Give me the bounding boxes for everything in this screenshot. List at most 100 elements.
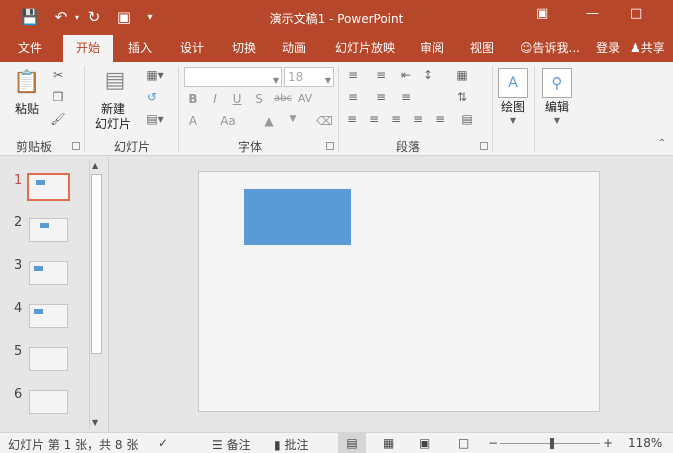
chevron-down-icon[interactable]: ▼ <box>506 116 520 125</box>
comments-button[interactable]: ▮ 批注 <box>274 436 308 453</box>
font-color-button[interactable]: A <box>186 114 200 128</box>
status-bar: 幻灯片 第 1 张，共 8 张 ✓ ☰ 备注 ▮ 批注 ▤ ▦ ▣ □ − + … <box>0 432 673 453</box>
slide-number: 6 <box>14 387 23 402</box>
tab-slideshow[interactable]: 幻灯片放映 <box>326 35 404 62</box>
clipboard-launcher-icon[interactable] <box>72 142 80 150</box>
distributed-icon[interactable]: ≡ <box>432 112 448 126</box>
align-left-icon[interactable]: ≡ <box>344 112 360 126</box>
lightbulb-icon: ☺ <box>520 41 533 55</box>
thumb-shape <box>34 266 43 271</box>
copy-icon[interactable]: ❐ <box>50 90 66 104</box>
tab-transitions[interactable]: 切换 <box>222 35 266 62</box>
indent-icon[interactable]: ≡ <box>398 90 414 104</box>
slide-sorter-icon[interactable]: ▦ <box>383 436 394 450</box>
group-divider <box>178 66 179 152</box>
columns-icon[interactable]: ▦ <box>452 68 472 82</box>
paste-icon[interactable]: 📋 <box>12 70 42 98</box>
zoom-slider-handle[interactable] <box>550 438 554 449</box>
chevron-down-icon[interactable]: ▼ <box>550 116 564 125</box>
zoom-level[interactable]: 118% <box>628 436 662 450</box>
section-icon[interactable]: ▤▾ <box>143 112 167 126</box>
reading-view-icon[interactable]: ▣ <box>419 436 430 450</box>
tab-insert[interactable]: 插入 <box>118 35 162 62</box>
numbering-icon[interactable]: ≡ <box>372 68 390 82</box>
grow-font-icon[interactable]: ▲ <box>262 114 276 128</box>
normal-view-icon[interactable]: ▤ <box>338 433 366 453</box>
ribbon-display-icon[interactable]: ▣ <box>536 6 548 21</box>
ribbon-tabs: 文件 开始 插入 设计 切换 动画 幻灯片放映 审阅 视图 ☺告诉我... 登录… <box>0 35 673 62</box>
group-divider <box>338 66 339 152</box>
spellcheck-icon[interactable]: ✓ <box>158 436 168 450</box>
slide-thumbnail[interactable] <box>29 218 68 242</box>
shapes-icon[interactable]: A <box>498 68 528 98</box>
tab-file[interactable]: 文件 <box>8 35 52 62</box>
paste-button[interactable]: 粘贴 <box>8 102 46 117</box>
editing-button[interactable]: 编辑 <box>538 100 576 115</box>
chevron-down-icon: ▼ <box>272 76 279 85</box>
reset-icon[interactable]: ↺ <box>143 90 161 104</box>
slide-thumbnail[interactable] <box>29 347 68 371</box>
rtl-icon[interactable]: ≡ <box>344 90 362 104</box>
paragraph-launcher-icon[interactable] <box>480 142 488 150</box>
layout-icon[interactable]: ▦▾ <box>143 68 167 82</box>
find-icon[interactable]: ⚲ <box>542 68 572 98</box>
justify-icon[interactable]: ≡ <box>410 112 426 126</box>
underline-button[interactable]: U <box>230 92 244 106</box>
zoom-in-icon[interactable]: + <box>603 436 613 450</box>
new-slide-button[interactable]: 新建 幻灯片 <box>90 102 136 132</box>
slide-thumbnail[interactable] <box>29 304 68 328</box>
shadow-button[interactable]: S <box>252 92 266 106</box>
cut-icon[interactable]: ✂ <box>50 68 66 82</box>
slide-thumbnail[interactable] <box>27 173 70 201</box>
shrink-font-icon[interactable]: ▼ <box>286 114 300 124</box>
strikethrough-button[interactable]: abc <box>272 93 294 104</box>
text-direction-icon[interactable]: ⇅ <box>452 90 472 104</box>
scroll-up-icon[interactable]: ▲ <box>92 161 98 170</box>
tell-me-search[interactable]: ☺告诉我... <box>514 35 586 62</box>
bullets-icon[interactable]: ≡ <box>344 68 362 82</box>
smartart-icon[interactable]: ▤ <box>458 112 476 126</box>
zoom-out-icon[interactable]: − <box>488 436 498 450</box>
new-slide-icon[interactable]: ▤ <box>100 68 130 98</box>
group-divider <box>492 66 493 152</box>
tab-design[interactable]: 设计 <box>170 35 214 62</box>
align-right-icon[interactable]: ≡ <box>388 112 404 126</box>
window-title: 演示文稿1 - PowerPoint <box>269 12 404 26</box>
tab-animations[interactable]: 动画 <box>272 35 316 62</box>
decrease-indent-icon[interactable]: ⇤ <box>398 68 414 82</box>
share-label: 共享 <box>640 41 665 55</box>
slideshow-view-icon[interactable]: □ <box>458 436 469 450</box>
collapse-ribbon-icon[interactable]: ⌃ <box>655 138 669 149</box>
scroll-thumb[interactable] <box>91 174 102 354</box>
italic-button[interactable]: I <box>208 92 222 106</box>
font-name-input[interactable]: ▼ <box>184 67 282 87</box>
sign-in-link[interactable]: 登录 <box>590 35 626 62</box>
notes-label: 备注 <box>226 438 251 452</box>
char-spacing-button[interactable]: AV <box>296 92 314 105</box>
tab-home[interactable]: 开始 <box>63 35 113 62</box>
font-launcher-icon[interactable] <box>326 142 334 150</box>
format-painter-icon[interactable]: 🖌 <box>50 112 66 126</box>
line-spacing-icon[interactable]: ↕ <box>420 68 436 82</box>
rectangle-shape[interactable] <box>244 189 351 245</box>
font-size-input[interactable]: 18 ▼ <box>284 67 334 87</box>
tab-review[interactable]: 审阅 <box>410 35 454 62</box>
group-divider <box>534 66 535 152</box>
ltr-icon[interactable]: ≡ <box>372 90 390 104</box>
drawing-button[interactable]: 绘图 <box>494 100 532 115</box>
minimize-icon[interactable]: — <box>586 6 599 21</box>
thumbnail-scrollbar[interactable]: ▲ ▼ <box>89 160 103 430</box>
notes-button[interactable]: ☰ 备注 <box>212 436 251 453</box>
bold-button[interactable]: B <box>186 92 200 106</box>
clear-format-icon[interactable]: ⌫ <box>316 114 333 128</box>
slide-thumbnail[interactable] <box>29 261 68 285</box>
share-button[interactable]: ♟共享 <box>630 35 673 62</box>
align-center-icon[interactable]: ≡ <box>366 112 382 126</box>
font-size-value: 18 <box>288 70 304 84</box>
tab-view[interactable]: 视图 <box>460 35 504 62</box>
maximize-icon[interactable]: □ <box>630 6 642 21</box>
slide-thumbnail[interactable] <box>29 390 68 414</box>
slide-number: 5 <box>14 344 23 359</box>
scroll-down-icon[interactable]: ▼ <box>92 418 98 427</box>
change-case-button[interactable]: Aa <box>218 114 238 128</box>
